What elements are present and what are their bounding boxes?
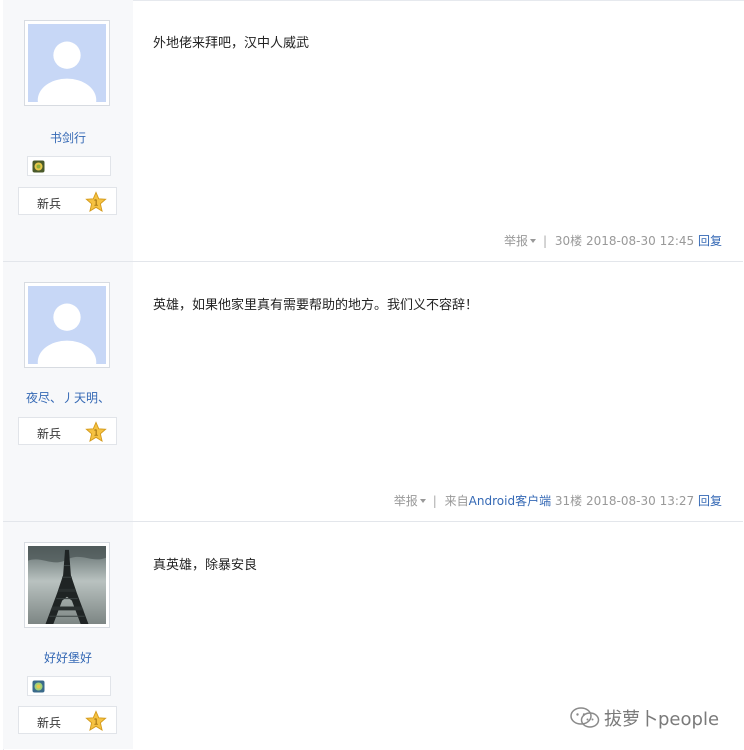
- watermark-text: 拔萝卜people: [604, 709, 720, 730]
- rank-label: 新兵: [37, 197, 62, 211]
- chevron-down-icon[interactable]: [530, 238, 537, 243]
- svg-text:1: 1: [93, 428, 98, 438]
- avatar[interactable]: [24, 542, 110, 628]
- rank-label: 新兵: [37, 716, 62, 730]
- author-sidebar: 夜尽、丿天明、 新兵 1: [3, 262, 133, 521]
- post-content: 外地佬来拜吧，汉中人威武: [153, 36, 310, 51]
- rank-badge[interactable]: 新兵 1: [18, 187, 117, 215]
- post-content: 真英雄，除暴安良: [153, 558, 258, 573]
- avatar[interactable]: [24, 282, 110, 368]
- reply-link[interactable]: 回复: [698, 494, 722, 508]
- avatar[interactable]: [24, 20, 110, 106]
- medal-icon[interactable]: [32, 160, 45, 173]
- client-source: 来自: [444, 494, 469, 508]
- post-meta: 举报 | 来自Android客户端 31楼 2018-08-30 13:27 回复: [393, 494, 722, 508]
- report-link[interactable]: 举报: [394, 494, 418, 508]
- user-silhouette-icon: [28, 24, 106, 102]
- author-sidebar: 好好堡好 新兵 1: [3, 522, 133, 749]
- star-icon: 1: [85, 191, 107, 212]
- username-link[interactable]: 好好堡好: [3, 649, 133, 666]
- author-sidebar: 书剑行 新兵 1: [3, 0, 133, 261]
- eiffel-tower-avatar-image: [28, 546, 106, 624]
- medal-icon[interactable]: [32, 680, 45, 693]
- svg-text:1: 1: [93, 198, 98, 208]
- wechat-icon: [570, 707, 600, 728]
- post-meta: 举报 | 30楼 2018-08-30 12:45 回复: [504, 234, 722, 248]
- floor-number: 30楼: [554, 234, 583, 248]
- username-link[interactable]: 夜尽、丿天明、: [3, 389, 133, 406]
- floor-number: 31楼: [554, 494, 583, 508]
- username-link[interactable]: 书剑行: [3, 129, 133, 146]
- medal-bar: [27, 156, 111, 176]
- medal-bar: [27, 676, 111, 696]
- rank-label: 新兵: [37, 427, 62, 441]
- post-content: 英雄，如果他家里真有需要帮助的地方。我们义不容辞！: [153, 298, 479, 313]
- android-client-link[interactable]: Android客户端: [469, 494, 551, 508]
- post-time: 2018-08-30 12:45: [586, 234, 695, 248]
- report-link[interactable]: 举报: [504, 234, 528, 248]
- star-icon: 1: [85, 421, 107, 442]
- rank-badge[interactable]: 新兵 1: [18, 706, 117, 734]
- watermark: 拔萝卜people: [570, 705, 719, 731]
- reply-link[interactable]: 回复: [698, 234, 722, 248]
- svg-text:1: 1: [93, 717, 98, 727]
- post-time: 2018-08-30 13:27: [586, 494, 695, 508]
- post-31: 夜尽、丿天明、 新兵 1 英雄，如果他家里真有需要帮助的地方。我们义不容辞！ 举…: [3, 262, 743, 522]
- chevron-down-icon[interactable]: [419, 498, 426, 503]
- star-icon: 1: [85, 710, 107, 731]
- post-30: 书剑行 新兵 1 外地佬来拜吧，汉中人威武 举报 | 30楼 2018-08-30…: [3, 0, 743, 262]
- user-silhouette-icon: [28, 286, 106, 364]
- rank-badge[interactable]: 新兵 1: [18, 417, 117, 445]
